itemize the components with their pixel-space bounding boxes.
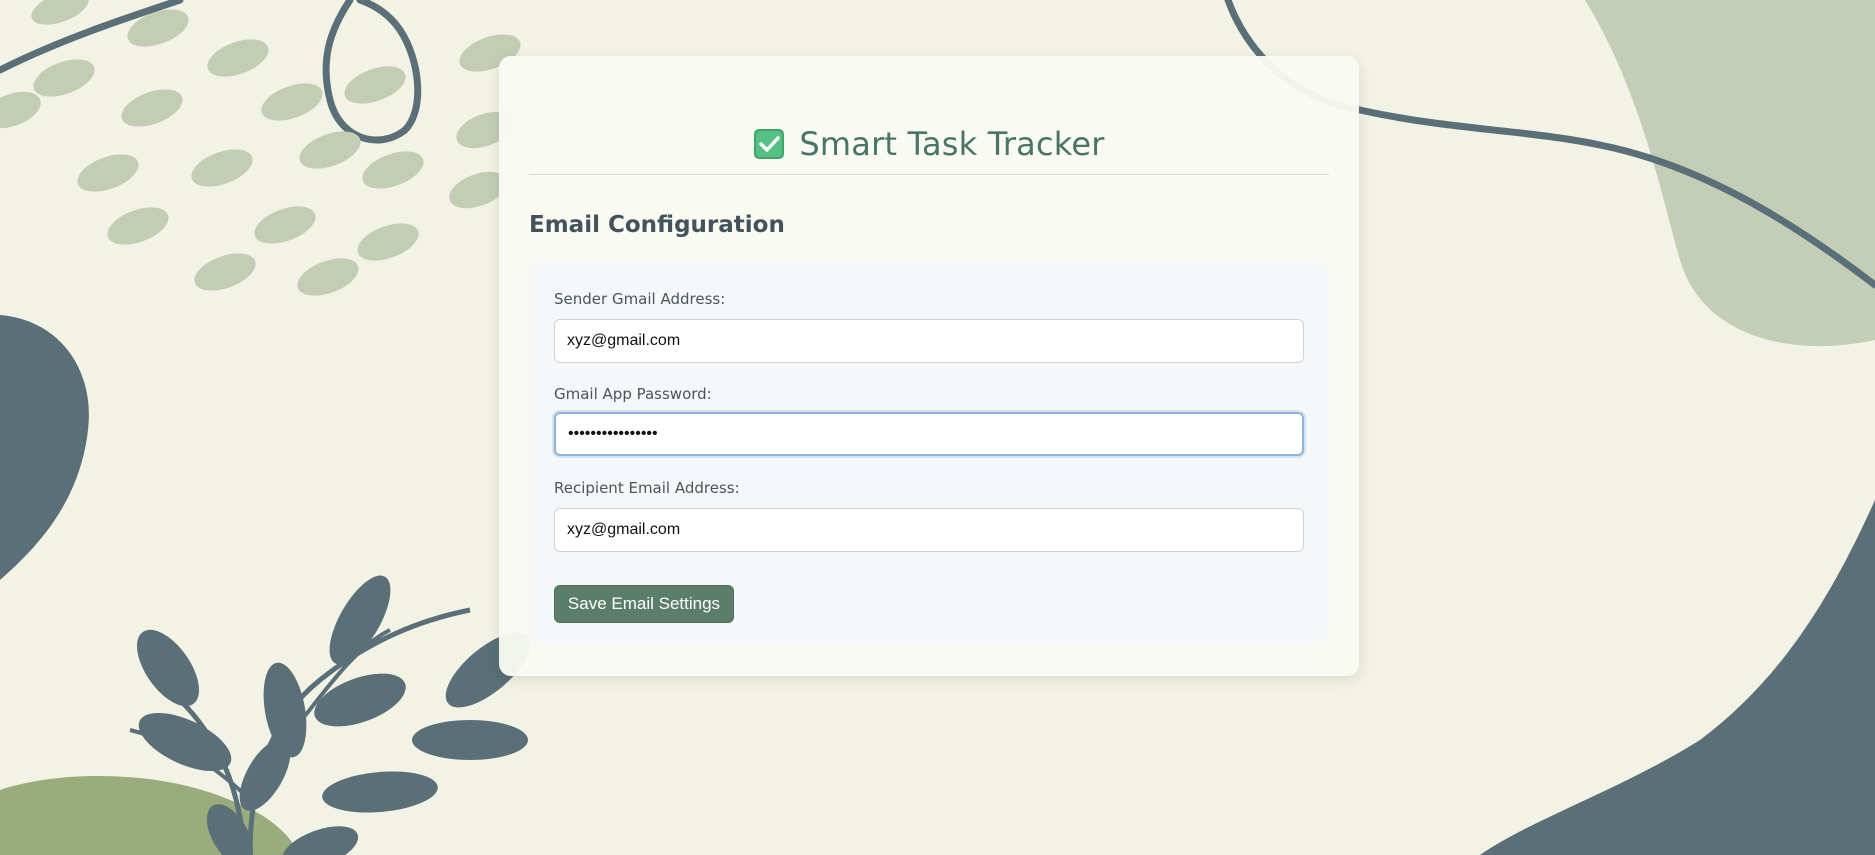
email-config-form: Sender Gmail Address: Gmail App Password…: [529, 262, 1329, 642]
settings-card: Smart Task Tracker Email Configuration S…: [499, 56, 1359, 676]
background-blob-dark-right: [1480, 500, 1875, 855]
background-leaf-dots: [0, 0, 521, 296]
save-email-settings-button[interactable]: Save Email Settings: [554, 585, 734, 623]
section-title: Email Configuration: [529, 212, 785, 238]
header-divider: [529, 174, 1329, 175]
app-password-label: Gmail App Password:: [554, 385, 712, 403]
sender-email-label: Sender Gmail Address:: [554, 290, 726, 308]
background-blob-light-right: [1585, 0, 1875, 347]
background-blob-dark-left: [0, 315, 89, 580]
sender-email-input[interactable]: [554, 319, 1304, 363]
recipient-email-input[interactable]: [554, 508, 1304, 552]
app-title: Smart Task Tracker: [799, 125, 1105, 163]
recipient-email-label: Recipient Email Address:: [554, 479, 740, 497]
app-password-input[interactable]: [554, 412, 1304, 456]
app-header: Smart Task Tracker: [529, 114, 1329, 174]
check-mark-button-icon: [754, 129, 785, 159]
